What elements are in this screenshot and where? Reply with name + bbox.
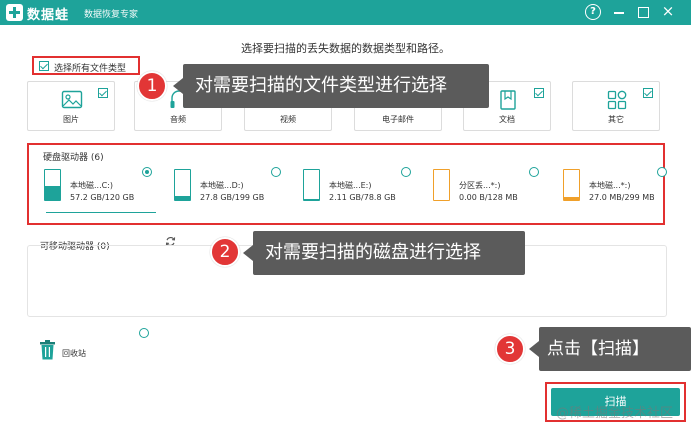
select-all-types[interactable]: 选择所有文件类型 (32, 56, 140, 75)
recycle-bin-label: 回收站 (62, 349, 86, 358)
callout-step-2: 对需要扫描的磁盘进行选择 (243, 231, 525, 275)
app-subtitle: 数据恢复专家 (84, 10, 139, 20)
file-type-other-label: 其它 (608, 115, 624, 124)
step-1-badge: 1 (137, 71, 167, 101)
drive-d-size: 27.8 GB/199 GB (200, 193, 265, 202)
drive-local-other-icon (563, 169, 580, 201)
help-button[interactable]: ? (585, 4, 601, 20)
title-bar: 数据蛙 数据恢复专家 ? × (0, 0, 691, 25)
hard-drive-panel: 硬盘驱动器 (6) 本地磁...C:) 57.2 GB/120 GB 本地磁..… (27, 143, 667, 225)
drive-e-icon (303, 169, 320, 201)
drive-c-usage-fill (45, 185, 60, 200)
lost-partition-icon (433, 169, 450, 201)
drive-local-other-size: 27.0 MB/299 MB (589, 193, 655, 202)
drive-d-radio[interactable] (271, 167, 281, 177)
file-type-video-label: 视频 (280, 115, 296, 124)
watermark: @稀土掘金技术社区 (556, 406, 674, 421)
drive-c-radio[interactable] (142, 167, 152, 177)
file-type-other-checkbox[interactable] (643, 88, 653, 98)
drive-c-icon (44, 169, 61, 201)
lost-partition-radio[interactable] (529, 167, 539, 177)
document-icon (500, 90, 516, 110)
drive-d-name: 本地磁...D:) (200, 181, 244, 190)
file-type-image[interactable]: 图片 (27, 81, 115, 131)
file-type-audio-label: 音频 (170, 115, 186, 124)
step-2-badge: 2 (210, 237, 240, 267)
file-type-document-label: 文档 (499, 115, 515, 124)
drive-c-name: 本地磁...C:) (70, 181, 114, 190)
app-brand: 数据蛙 (27, 8, 70, 23)
minimize-button[interactable] (611, 4, 627, 20)
file-type-other[interactable]: 其它 (572, 81, 660, 131)
hard-drive-title: 硬盘驱动器 (6) (43, 153, 104, 163)
close-button[interactable]: × (660, 4, 676, 20)
file-type-document-checkbox[interactable] (534, 88, 544, 98)
callout-step-1: 对需要扫描的文件类型进行选择 (173, 64, 489, 108)
drive-c[interactable]: 本地磁...C:) 57.2 GB/120 GB (38, 169, 156, 213)
trash-icon[interactable] (39, 340, 56, 360)
drive-e-size: 2.11 GB/78.8 GB (329, 193, 396, 202)
file-type-image-label: 图片 (63, 115, 79, 124)
drive-local-other-radio[interactable] (657, 167, 667, 177)
drive-d-usage-fill (175, 195, 190, 200)
image-icon (61, 90, 83, 109)
file-type-image-checkbox[interactable] (98, 88, 108, 98)
step-3-badge: 3 (495, 334, 525, 364)
select-all-checkbox[interactable] (39, 61, 49, 71)
other-icon (607, 90, 627, 110)
drive-local-other-usage-fill (564, 197, 579, 200)
file-type-email-label: 电子邮件 (382, 115, 414, 124)
drive-d[interactable]: 本地磁...D:) 27.8 GB/199 GB (168, 169, 286, 207)
recycle-bin-radio[interactable] (139, 328, 149, 338)
drive-d-icon (174, 169, 191, 201)
drive-c-size: 57.2 GB/120 GB (70, 193, 135, 202)
lost-partition-name: 分区丢...*:) (459, 181, 501, 190)
drive-e-usage-fill (304, 199, 319, 200)
drive-e-name: 本地磁...E:) (329, 181, 372, 190)
drive-local-other-name: 本地磁...*:) (589, 181, 631, 190)
lost-partition-size: 0.00 B/128 MB (459, 193, 518, 202)
maximize-button[interactable] (635, 4, 651, 20)
instruction-text: 选择要扫描的丢失数据的数据类型和路径。 (241, 42, 450, 55)
callout-step-3: 点击【扫描】 (529, 327, 691, 371)
app-logo-icon (6, 4, 23, 21)
drive-lost-partition[interactable]: 分区丢...*:) 0.00 B/128 MB (427, 169, 545, 207)
drive-e-radio[interactable] (401, 167, 411, 177)
drive-e[interactable]: 本地磁...E:) 2.11 GB/78.8 GB (297, 169, 415, 207)
select-all-label: 选择所有文件类型 (54, 64, 127, 74)
